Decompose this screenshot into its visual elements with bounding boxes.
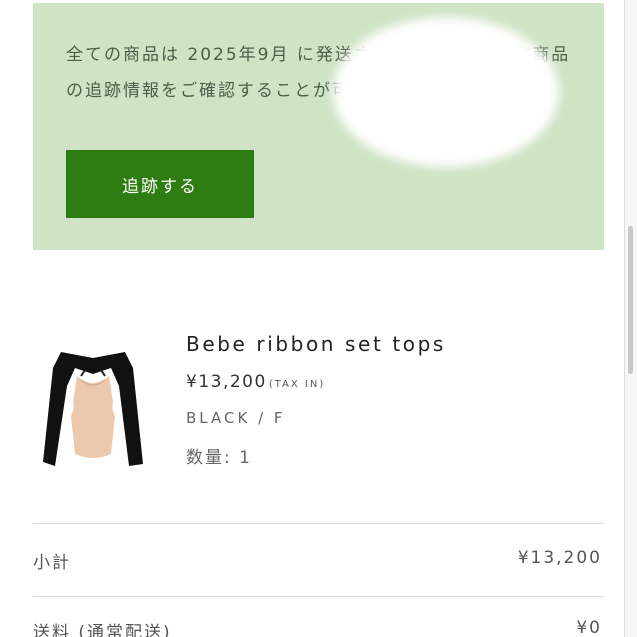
- shipping-notice: 全ての商品は 2025年9月 に発送されました。 ご注文商品の追跡情報をご確認す…: [33, 3, 604, 250]
- product-variant: BLACK / F: [186, 409, 286, 427]
- divider: [33, 523, 604, 524]
- product-info: Bebe ribbon set tops ¥13,200 (TAX IN) BLA…: [186, 332, 446, 468]
- tax-label: (TAX IN): [268, 379, 326, 390]
- subtotal-value: ¥13,200: [517, 548, 602, 568]
- subtotal-label: 小計: [33, 553, 71, 573]
- order-page: 全ての商品は 2025年9月 に発送されました。 ご注文商品の追跡情報をご確認す…: [0, 0, 637, 637]
- divider: [33, 596, 604, 597]
- order-item: Bebe ribbon set tops ¥13,200 (TAX IN) BLA…: [33, 318, 604, 498]
- scrollbar[interactable]: [624, 0, 637, 637]
- redaction-mark: [333, 17, 559, 167]
- product-quantity: 数量: 1: [186, 443, 446, 468]
- product-thumbnail[interactable]: [41, 346, 145, 466]
- quantity-label: 数量:: [186, 448, 232, 468]
- product-name[interactable]: Bebe ribbon set tops: [186, 332, 446, 356]
- shipping-row: 送料 (通常配送) ¥0: [33, 618, 602, 637]
- quantity-value: 1: [239, 448, 252, 468]
- shipping-value: ¥0: [576, 618, 602, 637]
- subtotal-row: 小計 ¥13,200: [33, 548, 602, 573]
- track-order-button[interactable]: 追跡する: [66, 150, 254, 218]
- product-price: ¥13,200: [186, 372, 267, 392]
- product-price-row: ¥13,200 (TAX IN): [186, 372, 446, 392]
- scrollbar-thumb[interactable]: [628, 226, 633, 374]
- shipping-label: 送料 (通常配送): [33, 623, 172, 637]
